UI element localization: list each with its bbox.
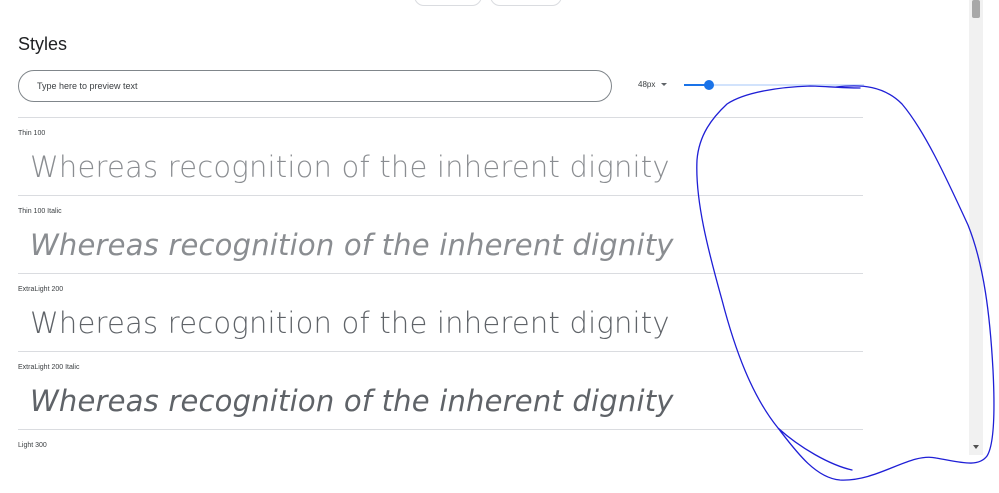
style-row[interactable]: Thin 100 Whereas recognition of the inhe…	[18, 117, 863, 195]
style-preview-text: Whereas recognition of the inherent dign…	[30, 306, 670, 340]
preview-text-input[interactable]	[18, 70, 612, 102]
style-preview-text: Whereas recognition of the inherent dign…	[30, 150, 670, 184]
styles-list: Thin 100 Whereas recognition of the inhe…	[18, 117, 863, 470]
style-row[interactable]: ExtraLight 200 Italic Whereas recognitio…	[18, 351, 863, 429]
filter-chip[interactable]	[414, 0, 482, 6]
style-name: Thin 100 Italic	[18, 208, 62, 215]
slider-thumb[interactable]	[704, 80, 715, 90]
style-preview-text: Whereas recognition of the inherent dign…	[30, 384, 674, 418]
font-size-select[interactable]: 48px	[638, 80, 668, 89]
scroll-down-arrow-icon[interactable]	[973, 445, 979, 449]
style-row[interactable]: Thin 100 Italic Whereas recognition of t…	[18, 195, 863, 273]
style-name: ExtraLight 200 Italic	[18, 364, 80, 371]
style-name: ExtraLight 200	[18, 286, 64, 293]
font-size-slider[interactable]	[684, 78, 864, 92]
scrollbar-thumb[interactable]	[972, 0, 980, 18]
page: Styles 48px Thin 100 Whereas recognition…	[0, 0, 999, 493]
chevron-down-icon	[661, 83, 668, 86]
styles-heading: Styles	[18, 34, 68, 54]
style-row[interactable]: ExtraLight 200 Whereas recognition of th…	[18, 273, 863, 351]
vertical-scrollbar[interactable]	[969, 0, 983, 455]
style-row[interactable]: Light 300	[18, 429, 863, 470]
filter-chip[interactable]	[490, 0, 562, 6]
font-size-value: 48px	[638, 80, 656, 89]
style-preview-text: Whereas recognition of the inherent dign…	[30, 228, 674, 262]
style-name: Thin 100	[18, 130, 46, 137]
style-name: Light 300	[18, 442, 47, 449]
